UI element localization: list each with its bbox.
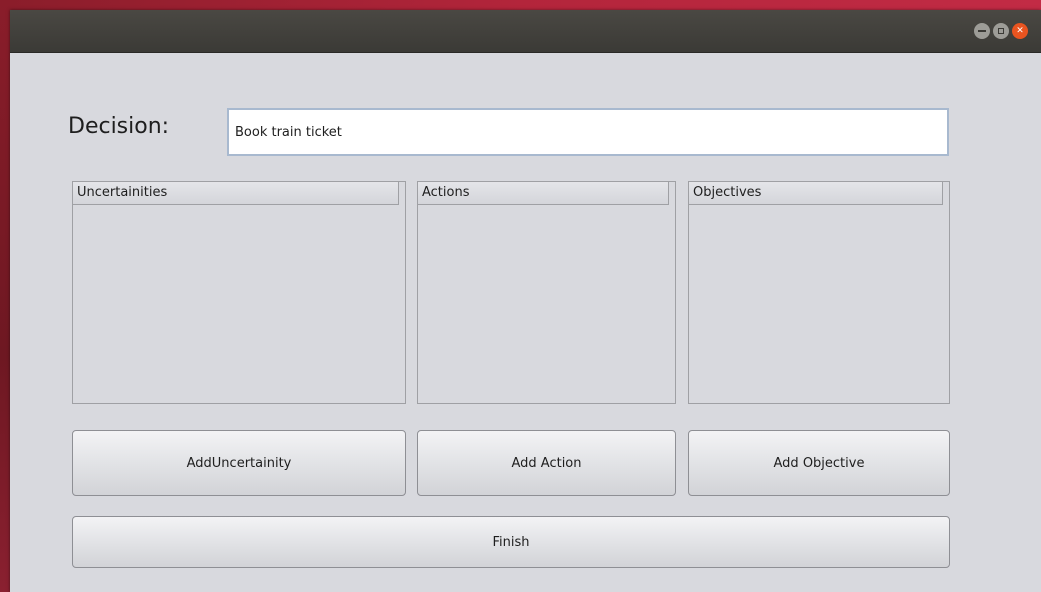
minimize-icon	[978, 30, 986, 32]
desktop-background-left	[0, 0, 10, 592]
maximize-icon	[998, 28, 1004, 34]
uncertainties-list[interactable]: Uncertainities	[72, 181, 406, 404]
add-objective-button[interactable]: Add Objective	[688, 430, 950, 496]
minimize-button[interactable]	[974, 23, 990, 39]
maximize-button[interactable]	[993, 23, 1009, 39]
add-uncertainty-button[interactable]: AddUncertainity	[72, 430, 406, 496]
finish-label: Finish	[492, 534, 530, 550]
window-titlebar[interactable]: ✕	[10, 10, 1041, 53]
decision-input[interactable]	[227, 108, 949, 156]
objectives-list[interactable]: Objectives	[688, 181, 950, 404]
finish-button[interactable]: Finish	[72, 516, 950, 568]
objectives-column-header[interactable]: Objectives	[689, 182, 943, 205]
uncertainties-column-header[interactable]: Uncertainities	[73, 182, 399, 205]
add-action-label: Add Action	[511, 455, 582, 471]
actions-column-header[interactable]: Actions	[418, 182, 669, 205]
close-button[interactable]: ✕	[1012, 23, 1028, 39]
screen: ✕ Decision: Uncertainities Actions Objec…	[0, 0, 1041, 592]
actions-list[interactable]: Actions	[417, 181, 676, 404]
add-action-button[interactable]: Add Action	[417, 430, 676, 496]
decision-window: ✕ Decision: Uncertainities Actions Objec…	[10, 10, 1041, 592]
add-uncertainty-label: AddUncertainity	[186, 455, 292, 471]
decision-label: Decision:	[68, 114, 170, 139]
close-icon: ✕	[1016, 25, 1024, 36]
desktop-background-top	[0, 0, 1041, 10]
add-objective-label: Add Objective	[773, 455, 865, 471]
